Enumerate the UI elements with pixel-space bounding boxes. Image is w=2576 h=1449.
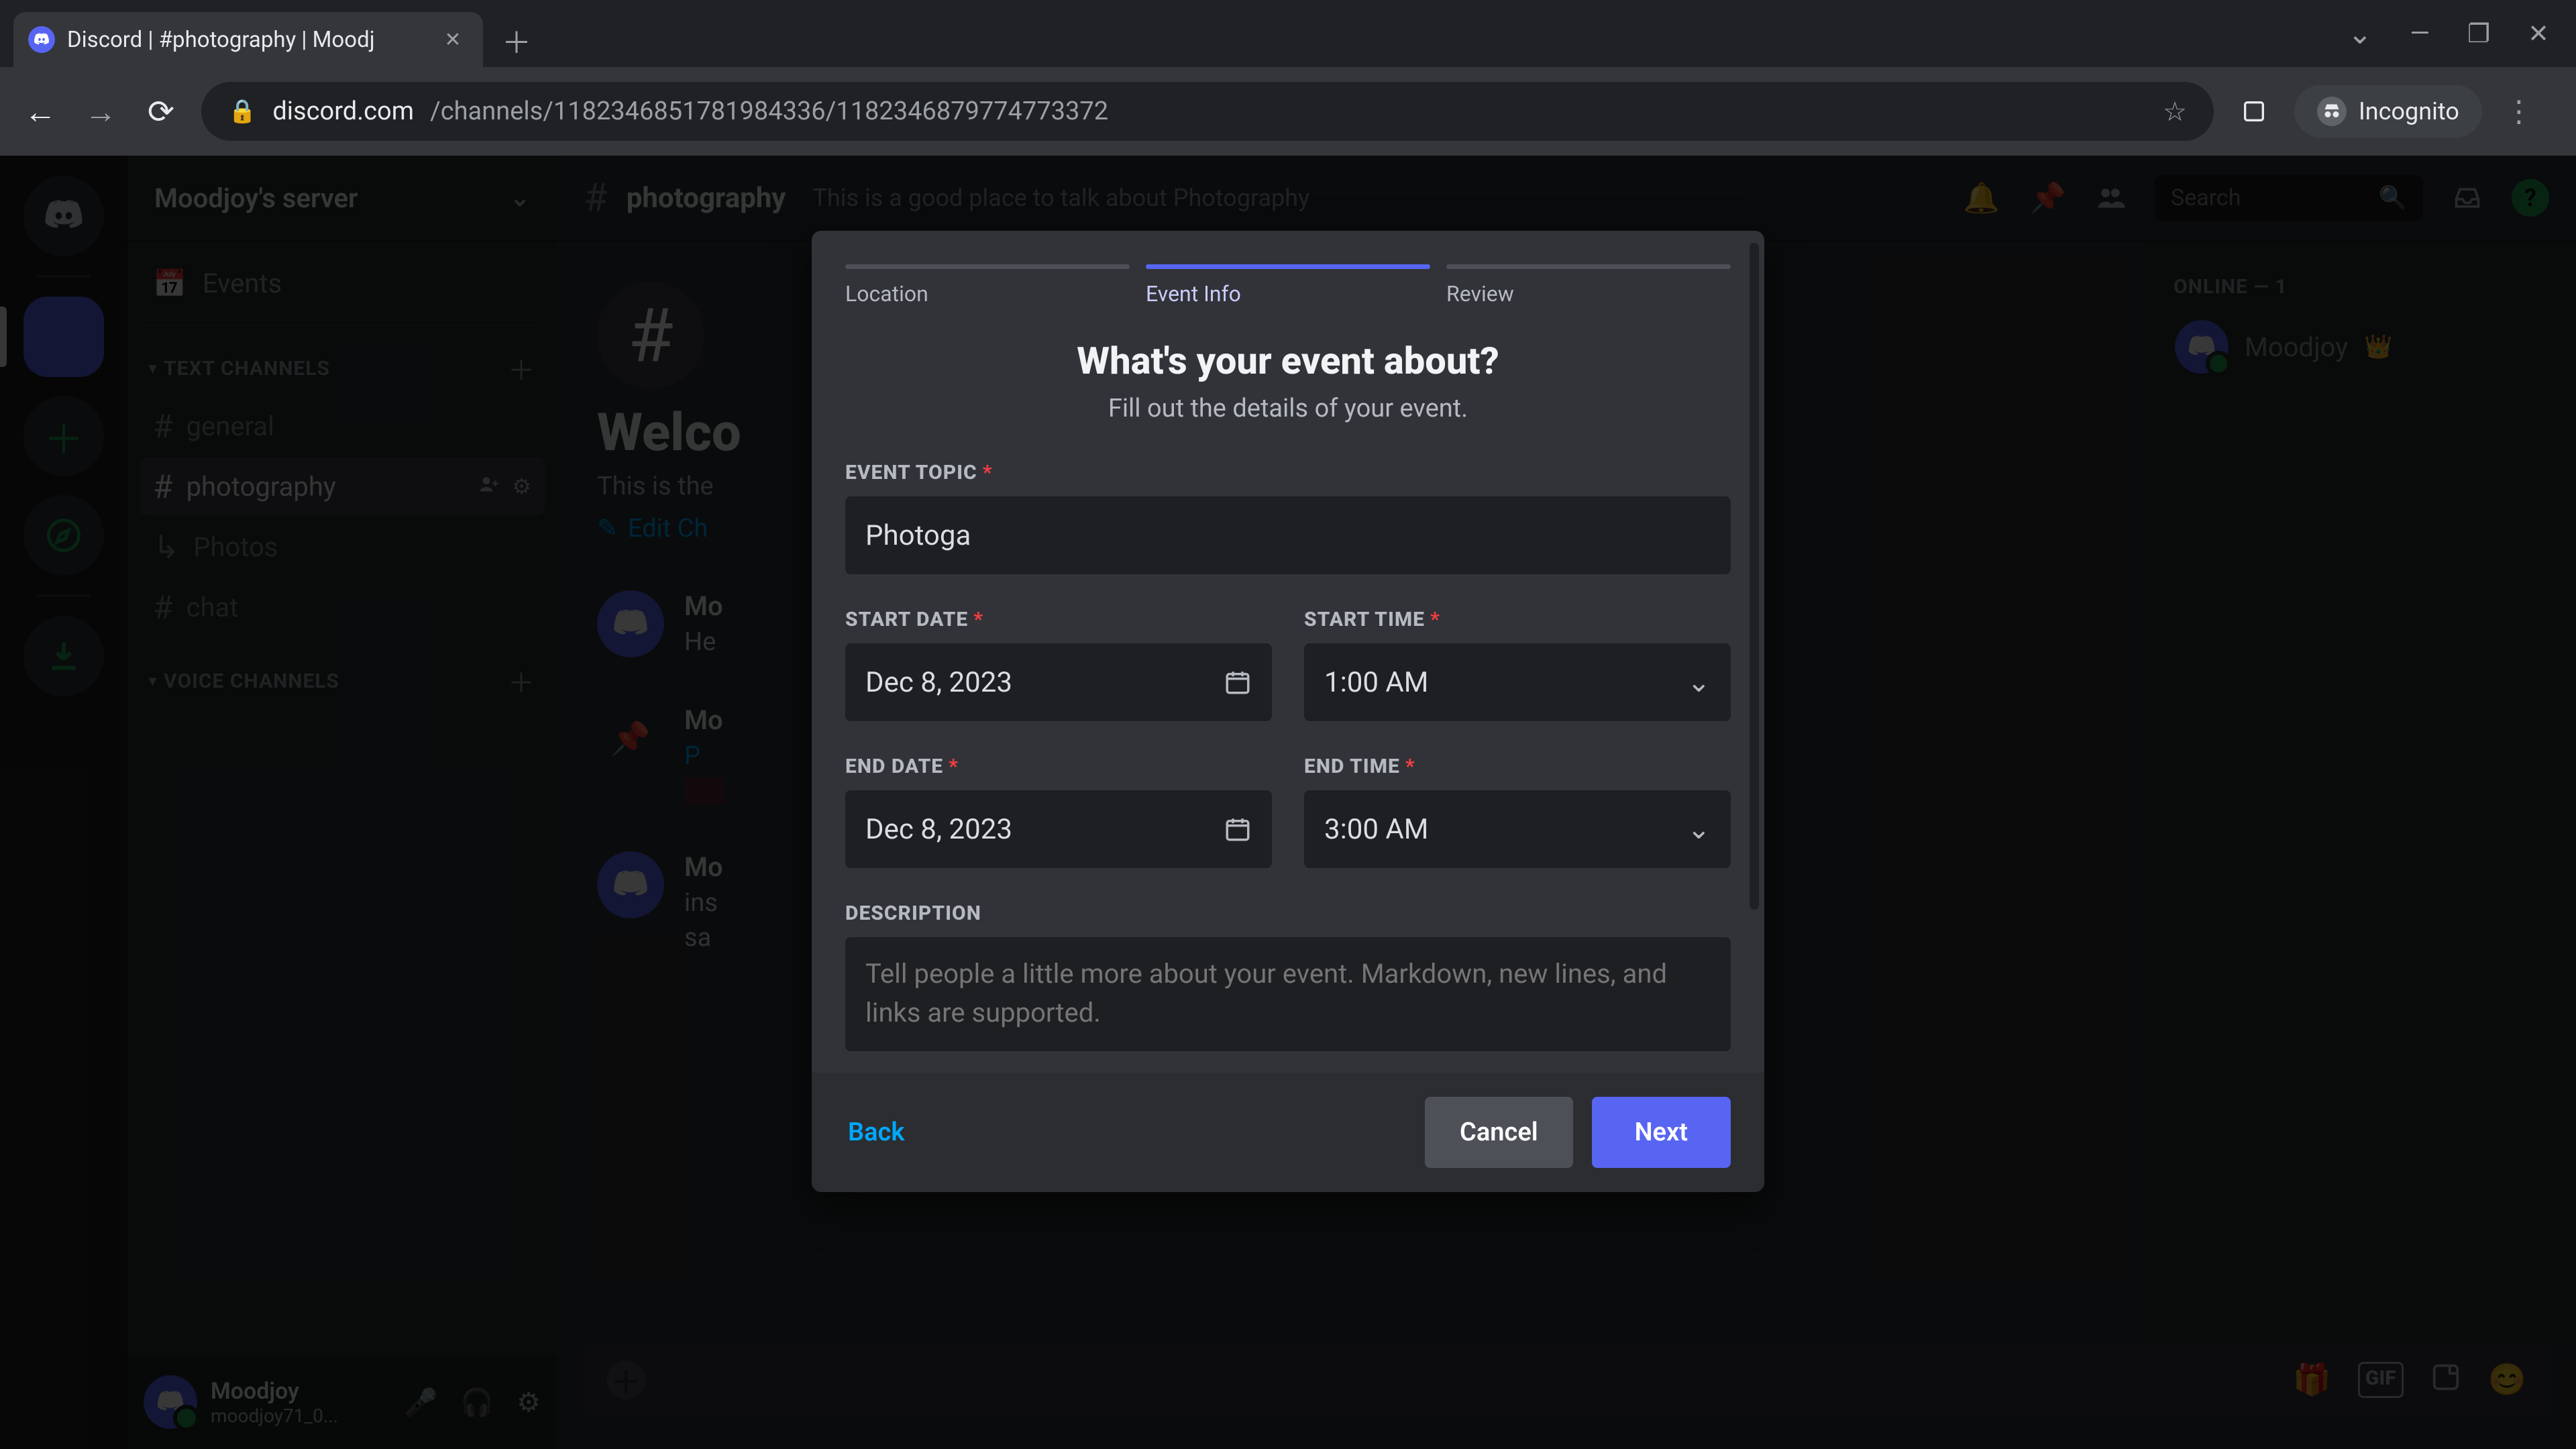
- window-maximize-icon[interactable]: ❐: [2467, 19, 2490, 49]
- step-event-info[interactable]: Event Info: [1146, 264, 1430, 307]
- step-review[interactable]: Review: [1446, 264, 1731, 307]
- end-date-input[interactable]: Dec 8, 2023: [845, 790, 1272, 868]
- label-end-date: END DATE: [845, 755, 943, 778]
- next-button[interactable]: Next: [1592, 1097, 1731, 1168]
- step-bar: [845, 264, 1130, 269]
- modal-stepper: Location Event Info Review: [845, 264, 1731, 307]
- label-start-time: START TIME: [1304, 608, 1425, 631]
- cancel-button[interactable]: Cancel: [1425, 1097, 1573, 1168]
- tab-title: Discord | #photography | Moodj: [67, 27, 429, 53]
- window-minimize-icon[interactable]: ―: [2410, 19, 2430, 48]
- start-time-value: 1:00 AM: [1324, 666, 1428, 699]
- required-asterisk: *: [1430, 608, 1440, 631]
- browser-menu-icon[interactable]: ⋮: [2502, 94, 2536, 129]
- end-time-value: 3:00 AM: [1324, 813, 1428, 846]
- tab-close-icon[interactable]: ✕: [441, 28, 464, 51]
- chevron-down-icon: ⌄: [1687, 665, 1711, 699]
- tabs-dropdown-icon[interactable]: ⌄: [2348, 16, 2373, 51]
- step-label: Review: [1446, 281, 1731, 307]
- url-host: discord.com: [272, 97, 414, 126]
- modal-scrollbar[interactable]: [1750, 243, 1759, 1077]
- incognito-icon: [2317, 97, 2347, 126]
- label-start-date: START DATE: [845, 608, 968, 631]
- tab-strip: Discord | #photography | Moodj ✕ ＋ ⌄ ― ❐…: [0, 0, 2576, 67]
- address-bar: ← → ⟳ 🔒 discord.com/channels/11823468517…: [0, 67, 2576, 156]
- modal-title: What's your event about?: [845, 339, 1731, 383]
- omnibox[interactable]: 🔒 discord.com/channels/11823468517819843…: [201, 82, 2214, 141]
- field-end-date: END DATE * Dec 8, 2023: [845, 755, 1272, 868]
- label-end-time: END TIME: [1304, 755, 1400, 778]
- tab-favicon: [28, 26, 55, 53]
- window-close-icon[interactable]: ✕: [2528, 19, 2549, 49]
- end-date-value: Dec 8, 2023: [865, 813, 1012, 846]
- modal-footer: Back Cancel Next: [812, 1073, 1764, 1192]
- event-topic-input[interactable]: [845, 496, 1731, 574]
- nav-forward-icon[interactable]: →: [80, 91, 121, 131]
- step-bar: [1446, 264, 1731, 269]
- required-asterisk: *: [949, 755, 959, 778]
- step-location[interactable]: Location: [845, 264, 1130, 307]
- field-description: DESCRIPTION: [845, 902, 1731, 1054]
- window-controls: ⌄ ― ❐ ✕: [2348, 0, 2576, 67]
- start-time-select[interactable]: 1:00 AM ⌄: [1304, 643, 1731, 721]
- step-label: Location: [845, 281, 1130, 307]
- chevron-down-icon: ⌄: [1687, 812, 1711, 846]
- field-event-topic: EVENT TOPIC *: [845, 461, 1731, 574]
- browser-chrome: Discord | #photography | Moodj ✕ ＋ ⌄ ― ❐…: [0, 0, 2576, 156]
- label-description: DESCRIPTION: [845, 902, 981, 925]
- modal-subtitle: Fill out the details of your event.: [845, 394, 1731, 423]
- incognito-label: Incognito: [2359, 97, 2459, 125]
- url-path: /channels/1182346851781984336/1182346879…: [430, 97, 1108, 126]
- modal-body: Location Event Info Review What's your e…: [812, 231, 1764, 1073]
- calendar-icon: [1224, 815, 1252, 843]
- lock-icon: 🔒: [228, 98, 256, 125]
- start-date-value: Dec 8, 2023: [865, 666, 1012, 699]
- scrollbar-thumb[interactable]: [1750, 243, 1759, 910]
- calendar-icon: [1224, 668, 1252, 696]
- field-start-time: START TIME * 1:00 AM ⌄: [1304, 608, 1731, 721]
- description-textarea[interactable]: [845, 937, 1731, 1051]
- step-label: Event Info: [1146, 281, 1430, 307]
- nav-back-icon[interactable]: ←: [20, 91, 60, 131]
- required-asterisk: *: [1405, 755, 1415, 778]
- required-asterisk: *: [973, 608, 983, 631]
- field-start-date: START DATE * Dec 8, 2023: [845, 608, 1272, 721]
- incognito-chip[interactable]: Incognito: [2294, 85, 2482, 138]
- extensions-icon[interactable]: [2234, 91, 2274, 131]
- discord-app: ＋ Moodjoy's server ⌄ 📅 Events ▾ TEXT CHA…: [0, 156, 2576, 1449]
- bookmark-star-icon[interactable]: ☆: [2163, 96, 2187, 127]
- required-asterisk: *: [983, 461, 993, 484]
- end-time-select[interactable]: 3:00 AM ⌄: [1304, 790, 1731, 868]
- label-event-topic: EVENT TOPIC: [845, 461, 977, 484]
- back-button[interactable]: Back: [845, 1097, 939, 1168]
- nav-reload-icon[interactable]: ⟳: [141, 91, 181, 131]
- create-event-modal: Location Event Info Review What's your e…: [812, 231, 1764, 1192]
- new-tab-button[interactable]: ＋: [496, 20, 537, 60]
- step-bar: [1146, 264, 1430, 269]
- browser-tab[interactable]: Discord | #photography | Moodj ✕: [13, 12, 483, 67]
- field-end-time: END TIME * 3:00 AM ⌄: [1304, 755, 1731, 868]
- start-date-input[interactable]: Dec 8, 2023: [845, 643, 1272, 721]
